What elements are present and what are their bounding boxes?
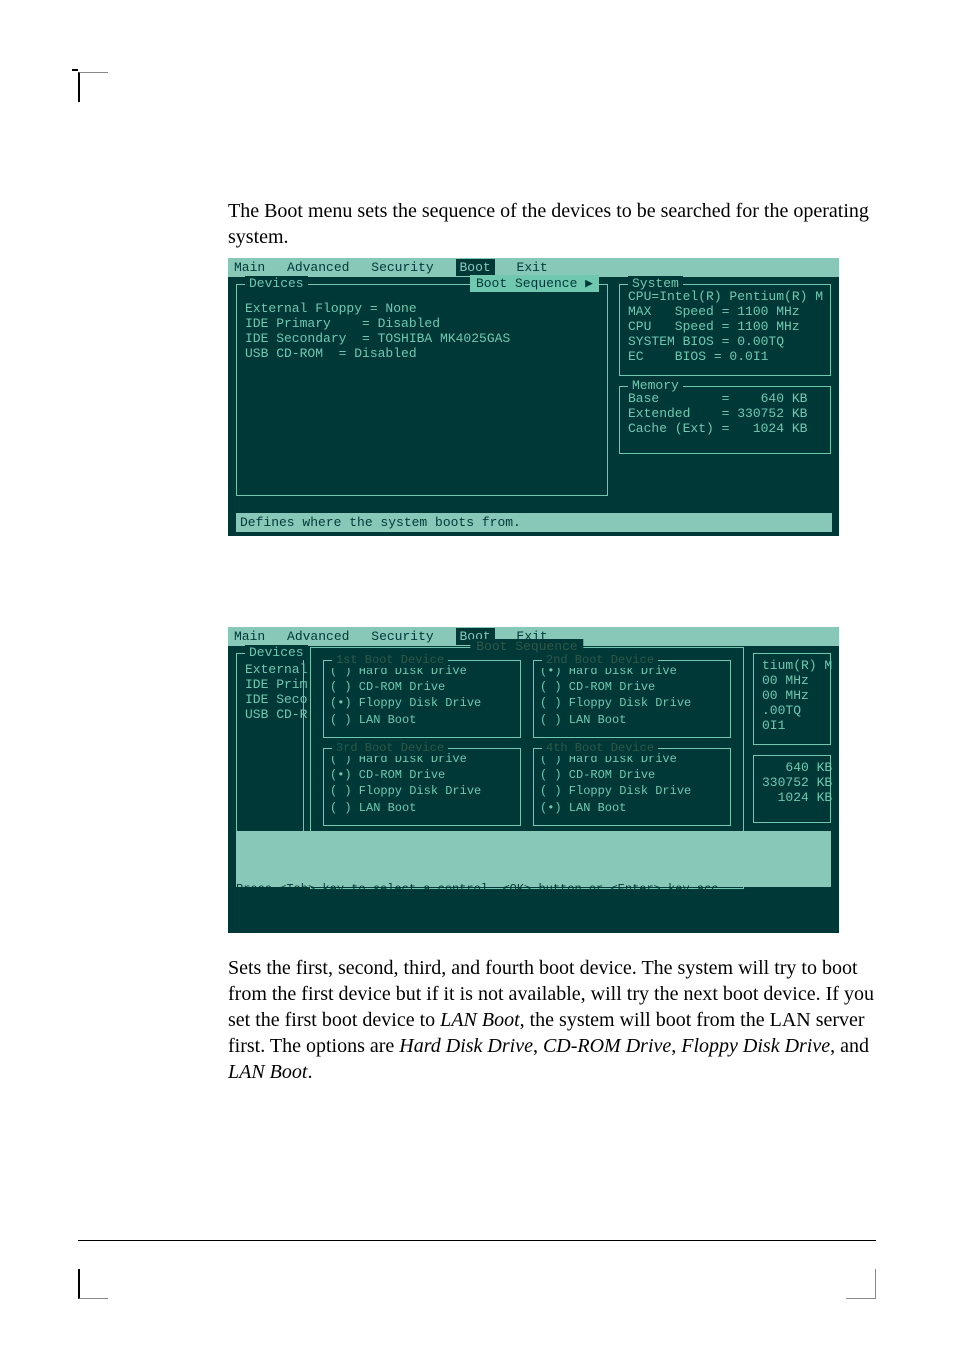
crop-mark <box>846 1269 876 1299</box>
system-panel: System CPU=Intel(R) Pentium(R) M MAX Spe… <box>619 284 831 376</box>
menu-boot[interactable]: Boot <box>456 259 495 276</box>
boot-options[interactable]: ( ) Hard Disk Drive ( ) CD-ROM Drive ( )… <box>540 751 724 816</box>
menu-exit[interactable]: Exit <box>517 260 548 275</box>
panel-title: 1st Boot Device <box>332 652 448 668</box>
menu-main[interactable]: Main <box>234 260 265 275</box>
memory-values: Base = 640 KB Extended = 330752 KB Cache… <box>628 391 822 436</box>
system-values: CPU=Intel(R) Pentium(R) M MAX Speed = 11… <box>628 289 822 364</box>
body-paragraph: Sets the first, second, third, and fourt… <box>228 955 878 1085</box>
boot-sequence-item[interactable]: Boot Sequence ▶ <box>470 275 599 292</box>
devices-list: External Floppy = None IDE Primary = Dis… <box>245 301 599 361</box>
panel-title: 2nd Boot Device <box>542 652 658 668</box>
boot-options[interactable]: (•) Hard Disk Drive ( ) CD-ROM Drive ( )… <box>540 663 724 728</box>
menu-advanced[interactable]: Advanced <box>287 629 349 644</box>
system-title: System <box>628 276 683 291</box>
crop-mark <box>78 72 108 102</box>
menu-main[interactable]: Main <box>234 629 265 644</box>
devices-panel: Devices Boot Sequence ▶ External Floppy … <box>236 284 608 496</box>
footer-rule <box>78 1240 876 1241</box>
help-footer-bg <box>236 831 831 887</box>
first-boot-device-panel: 1st Boot Device ( ) Hard Disk Drive ( ) … <box>323 660 521 738</box>
help-text: Press <Tab> key to select a control. <OK… <box>236 882 831 929</box>
devices-title: Devices <box>245 276 308 291</box>
help-text: Defines where the system boots from. <box>236 513 832 532</box>
bios-screenshot-boot-sequence: Main Advanced Security Boot Exit Devices… <box>228 627 839 933</box>
memory-panel-partial: 640 KB 330752 KB 1024 KB <box>753 755 831 823</box>
system-values: tium(R) M 00 MHz 00 MHz .00TQ 0I1 <box>762 658 822 733</box>
devices-title: Devices <box>245 645 308 660</box>
third-boot-device-panel: 3rd Boot Device ( ) Hard Disk Drive (•) … <box>323 748 521 826</box>
menu-security[interactable]: Security <box>371 629 433 644</box>
devices-list: External IDE Prim IDE Seco USB CD-R <box>245 662 295 722</box>
menu-security[interactable]: Security <box>371 260 433 275</box>
memory-values: 640 KB 330752 KB 1024 KB <box>762 760 822 805</box>
menu-advanced[interactable]: Advanced <box>287 260 349 275</box>
memory-title: Memory <box>628 378 683 393</box>
boot-options[interactable]: ( ) Hard Disk Drive (•) CD-ROM Drive ( )… <box>330 751 514 816</box>
crop-mark <box>78 1269 108 1299</box>
boot-options[interactable]: ( ) Hard Disk Drive ( ) CD-ROM Drive (•)… <box>330 663 514 728</box>
second-boot-device-panel: 2nd Boot Device (•) Hard Disk Drive ( ) … <box>533 660 731 738</box>
fourth-boot-device-panel: 4th Boot Device ( ) Hard Disk Drive ( ) … <box>533 748 731 826</box>
bios-screenshot-boot-menu: Main Advanced Security Boot Exit Devices… <box>228 258 839 536</box>
system-panel-partial: tium(R) M 00 MHz 00 MHz .00TQ 0I1 <box>753 653 831 745</box>
memory-panel: Memory Base = 640 KB Extended = 330752 K… <box>619 386 831 454</box>
intro-paragraph: The Boot menu sets the sequence of the d… <box>228 198 878 250</box>
panel-title: 4th Boot Device <box>542 740 658 756</box>
panel-title: 3rd Boot Device <box>332 740 448 756</box>
